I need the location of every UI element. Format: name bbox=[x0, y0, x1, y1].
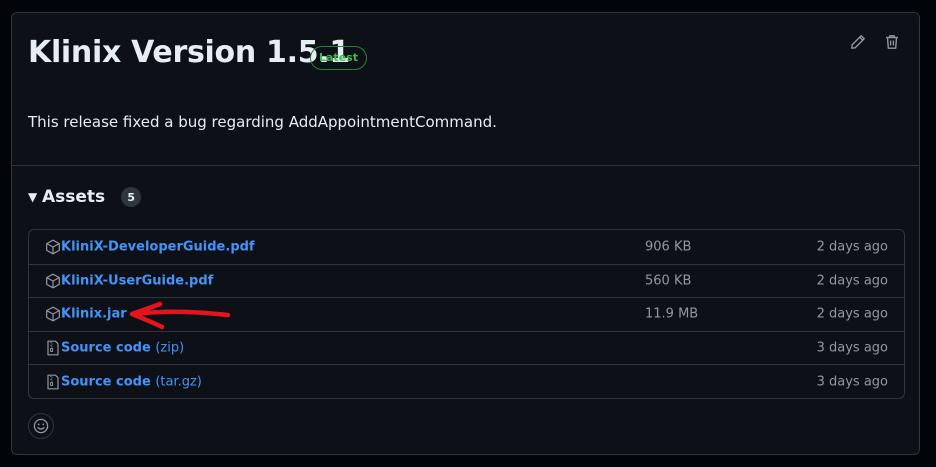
asset-link[interactable]: Klinix.jar bbox=[61, 307, 127, 322]
asset-size: 906 KB bbox=[645, 239, 692, 255]
asset-row: KliniX-DeveloperGuide.pdf 906 KB 2 days … bbox=[29, 230, 904, 264]
release-actions bbox=[849, 33, 901, 51]
assets-count-badge: 5 bbox=[121, 187, 142, 207]
asset-suffix: (zip) bbox=[155, 340, 185, 356]
smiley-icon bbox=[33, 418, 49, 434]
release-title: Klinix Version 1.5.1 bbox=[28, 35, 350, 70]
pencil-icon bbox=[851, 35, 865, 49]
asset-date: 2 days ago bbox=[816, 239, 888, 255]
package-icon bbox=[46, 273, 60, 289]
trash-icon bbox=[886, 35, 898, 49]
add-reaction-button[interactable] bbox=[28, 413, 54, 439]
delete-button[interactable] bbox=[883, 33, 901, 51]
triangle-down-icon: ▼ bbox=[28, 190, 38, 204]
file-zip-icon bbox=[47, 340, 59, 356]
assets-toggle[interactable]: ▼ Assets 5 bbox=[28, 187, 142, 207]
asset-row: Klinix.jar 11.9 MB 2 days ago bbox=[29, 297, 904, 331]
divider bbox=[12, 165, 919, 166]
asset-date: 2 days ago bbox=[816, 273, 888, 289]
asset-name: Klinix.jar bbox=[61, 306, 127, 322]
asset-row: Source code (zip) 3 days ago bbox=[29, 330, 904, 365]
asset-name: KliniX-DeveloperGuide.pdf bbox=[61, 239, 255, 255]
assets-list: KliniX-DeveloperGuide.pdf 906 KB 2 days … bbox=[28, 229, 905, 399]
package-icon bbox=[46, 307, 60, 322]
edit-button[interactable] bbox=[849, 33, 867, 51]
asset-name: KliniX-UserGuide.pdf bbox=[61, 273, 214, 289]
package-icon bbox=[46, 239, 60, 255]
asset-link[interactable]: KliniX-DeveloperGuide.pdf bbox=[61, 239, 255, 254]
asset-size: 11.9 MB bbox=[645, 306, 699, 322]
asset-size: 560 KB bbox=[645, 273, 692, 289]
asset-link[interactable]: KliniX-UserGuide.pdf bbox=[61, 273, 213, 288]
asset-date: 3 days ago bbox=[816, 340, 888, 356]
asset-link[interactable]: Source code (tar.gz) bbox=[61, 374, 202, 389]
asset-link[interactable]: Source code (zip) bbox=[61, 341, 184, 356]
asset-date: 3 days ago bbox=[816, 374, 888, 390]
latest-badge: Latest bbox=[310, 46, 367, 70]
asset-name: Source code bbox=[61, 374, 151, 390]
assets-label: Assets bbox=[42, 187, 106, 207]
asset-row: Source code (tar.gz) 3 days ago bbox=[29, 364, 904, 398]
file-zip-icon bbox=[47, 374, 59, 390]
asset-suffix: (tar.gz) bbox=[155, 374, 202, 390]
asset-name: Source code bbox=[61, 340, 151, 356]
asset-row: KliniX-UserGuide.pdf 560 KB 2 days ago bbox=[29, 263, 904, 298]
release-card: Klinix Version 1.5.1 Latest This release… bbox=[11, 12, 920, 455]
release-description: This release fixed a bug regarding AddAp… bbox=[28, 113, 497, 131]
asset-date: 2 days ago bbox=[816, 306, 888, 322]
